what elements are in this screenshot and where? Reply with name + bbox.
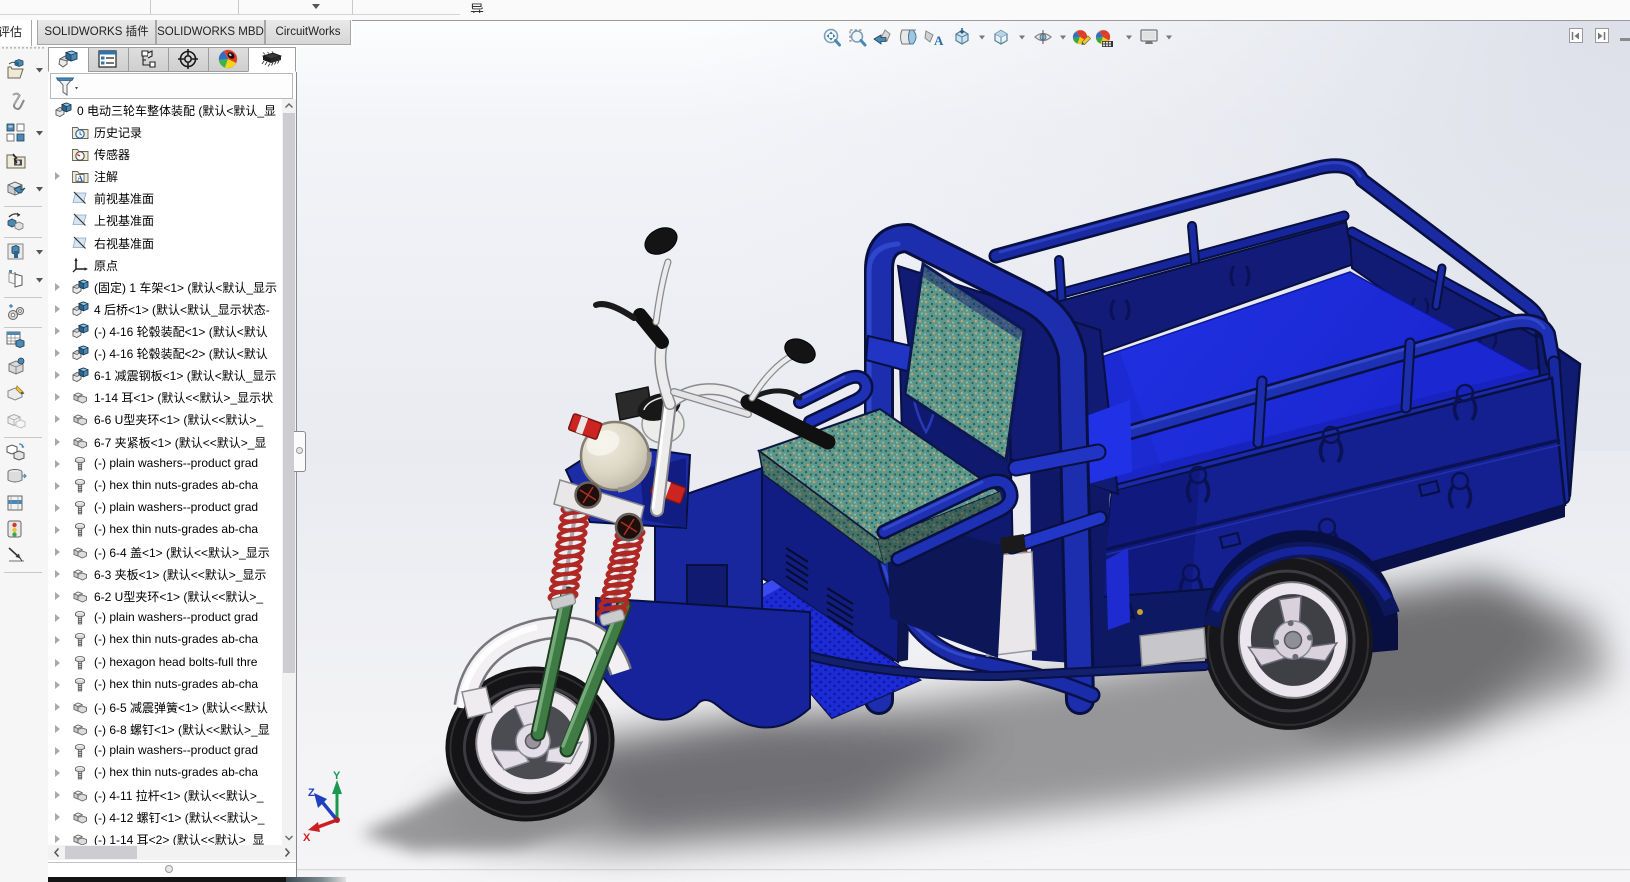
svg-text:Z: Z <box>308 787 315 799</box>
svg-text:A: A <box>934 33 944 48</box>
svg-text:Y: Y <box>333 770 341 782</box>
svg-text:X: X <box>303 832 311 844</box>
svg-text:A: A <box>77 174 83 183</box>
